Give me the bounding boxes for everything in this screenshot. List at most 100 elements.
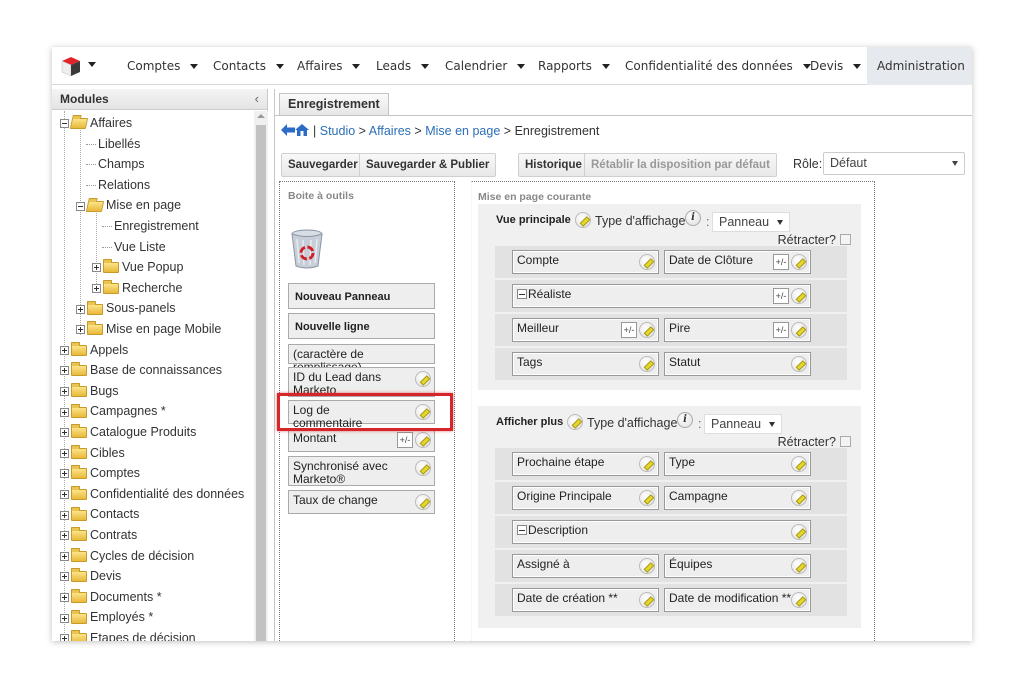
- new-panel-item[interactable]: Nouveau Panneau: [288, 283, 435, 309]
- tree-item[interactable]: Catalogue Produits: [60, 422, 196, 442]
- calculated-field-icon[interactable]: +/-: [773, 288, 789, 304]
- logo-caret-icon[interactable]: [88, 62, 96, 67]
- breadcrumb-mise-en-page[interactable]: Mise en page: [425, 124, 500, 138]
- scrollbar-thumb[interactable]: [256, 125, 266, 641]
- edit-pencil-icon[interactable]: [791, 322, 807, 338]
- edit-pencil-icon[interactable]: [639, 490, 655, 506]
- tree-item[interactable]: Bugs: [60, 381, 119, 401]
- expand-icon[interactable]: [60, 407, 69, 417]
- info-icon[interactable]: i: [685, 210, 701, 226]
- expand-icon[interactable]: [60, 634, 69, 641]
- nav-rapports[interactable]: Rapports: [538, 47, 610, 85]
- edit-pencil-icon[interactable]: [415, 460, 431, 476]
- layout-field[interactable]: Réaliste +/-: [512, 284, 811, 308]
- home-icon[interactable]: [295, 124, 309, 136]
- layout-row[interactable]: Prochaine étape Type: [495, 448, 847, 480]
- layout-field[interactable]: Type: [664, 452, 811, 476]
- layout-field[interactable]: Date de modification **: [664, 588, 811, 612]
- tree-item[interactable]: Mise en page: [76, 195, 181, 215]
- tree-item[interactable]: Cycles de décision: [60, 546, 194, 566]
- expand-icon[interactable]: [60, 469, 69, 479]
- breadcrumb-studio[interactable]: Studio: [320, 124, 355, 138]
- nav-comptes[interactable]: Comptes: [127, 47, 199, 85]
- tree-item[interactable]: Vue Popup: [92, 257, 183, 277]
- save-button[interactable]: Sauvegarder: [281, 153, 365, 177]
- nav-affaires[interactable]: Affaires: [297, 47, 361, 85]
- edit-pencil-icon[interactable]: [567, 414, 584, 430]
- layout-row[interactable]: Meilleur +/- Pire +/-: [495, 314, 847, 346]
- history-button[interactable]: Historique: [518, 153, 589, 177]
- edit-pencil-icon[interactable]: [639, 254, 655, 270]
- layout-field[interactable]: Pire +/-: [664, 318, 811, 342]
- calculated-field-icon[interactable]: +/-: [621, 322, 637, 338]
- retract-toggle[interactable]: Rétracter?: [778, 233, 851, 247]
- role-select[interactable]: Défaut: [823, 152, 965, 175]
- collapse-icon[interactable]: [76, 201, 85, 211]
- tree-item[interactable]: Campagnes *: [60, 401, 166, 421]
- edit-pencil-icon[interactable]: [639, 456, 655, 472]
- layout-field[interactable]: Prochaine étape: [512, 452, 659, 476]
- toolbox-field[interactable]: Montant +/-: [288, 428, 435, 452]
- expand-icon[interactable]: [60, 551, 69, 561]
- expand-icon[interactable]: [60, 366, 69, 376]
- toolbox-field[interactable]: Taux de change: [288, 490, 435, 514]
- nav-confidentialite[interactable]: Confidentialité des données: [625, 47, 811, 85]
- edit-pencil-icon[interactable]: [791, 524, 807, 540]
- expand-icon[interactable]: [60, 572, 69, 582]
- edit-pencil-icon[interactable]: [639, 356, 655, 372]
- layout-row[interactable]: Réaliste +/-: [495, 280, 847, 312]
- tree-item[interactable]: Enregistrement: [102, 216, 199, 236]
- display-type-select[interactable]: Panneau: [704, 414, 783, 434]
- nav-leads[interactable]: Leads: [376, 47, 430, 85]
- edit-pencil-icon[interactable]: [791, 254, 807, 270]
- calculated-field-icon[interactable]: +/-: [773, 322, 789, 338]
- breadcrumb-affaires[interactable]: Affaires: [369, 124, 411, 138]
- edit-pencil-icon[interactable]: [791, 490, 807, 506]
- nav-contacts[interactable]: Contacts: [213, 47, 284, 85]
- tree-item[interactable]: Comptes: [60, 463, 140, 483]
- display-type-select[interactable]: Panneau: [712, 212, 791, 232]
- edit-pencil-icon[interactable]: [791, 558, 807, 574]
- tree-item[interactable]: Devis: [60, 566, 121, 586]
- edit-pencil-icon[interactable]: [639, 558, 655, 574]
- retract-toggle[interactable]: Rétracter?: [778, 435, 851, 449]
- layout-row[interactable]: Date de création ** Date de modification…: [495, 584, 847, 616]
- expand-icon[interactable]: [60, 490, 69, 499]
- tree-item[interactable]: Libellés: [86, 134, 140, 154]
- tree-item[interactable]: Appels: [60, 340, 128, 360]
- expand-icon[interactable]: [76, 304, 85, 314]
- panel-vue-principale[interactable]: Vue principale Type d'affichage i : Pann…: [478, 204, 861, 390]
- reset-layout-button[interactable]: Rétablir la disposition par défaut: [584, 153, 777, 177]
- tree-item[interactable]: Relations: [86, 175, 150, 195]
- layout-row[interactable]: Origine Principale Campagne: [495, 482, 847, 514]
- layout-field[interactable]: Tags: [512, 352, 659, 376]
- layout-row[interactable]: Compte Date de Clôture +/-: [495, 246, 847, 278]
- edit-pencil-icon[interactable]: [639, 592, 655, 608]
- calculated-field-icon[interactable]: +/-: [397, 432, 413, 448]
- expand-icon[interactable]: [60, 448, 69, 458]
- layout-field[interactable]: Date de Clôture +/-: [664, 250, 811, 274]
- sidebar-scrollbar[interactable]: [254, 111, 268, 641]
- edit-pencil-icon[interactable]: [574, 212, 591, 228]
- layout-field[interactable]: Date de création **: [512, 588, 659, 612]
- tree-item[interactable]: Mise en page Mobile: [76, 319, 221, 339]
- new-row-item[interactable]: Nouvelle ligne: [288, 313, 435, 339]
- edit-pencil-icon[interactable]: [791, 456, 807, 472]
- tree-item[interactable]: Base de connaissances: [60, 360, 222, 380]
- expand-icon[interactable]: [60, 613, 69, 623]
- expand-icon[interactable]: [60, 345, 69, 355]
- layout-field[interactable]: Campagne: [664, 486, 811, 510]
- scroll-up-icon[interactable]: [257, 114, 265, 118]
- tree-item[interactable]: Sous-panels: [76, 298, 176, 318]
- calculated-field-icon[interactable]: +/-: [773, 254, 789, 270]
- edit-pencil-icon[interactable]: [791, 288, 807, 304]
- edit-pencil-icon[interactable]: [415, 494, 431, 510]
- expand-icon[interactable]: [60, 387, 69, 396]
- expand-icon[interactable]: [60, 593, 69, 602]
- panel-afficher-plus[interactable]: Afficher plus Type d'affichage i : Panne…: [478, 406, 861, 628]
- collapse-field-icon[interactable]: [517, 289, 527, 299]
- collapse-sidebar-icon[interactable]: ‹: [255, 89, 259, 109]
- nav-administration[interactable]: Administration: [867, 47, 972, 85]
- edit-pencil-icon[interactable]: [791, 356, 807, 372]
- collapse-icon[interactable]: [60, 119, 69, 129]
